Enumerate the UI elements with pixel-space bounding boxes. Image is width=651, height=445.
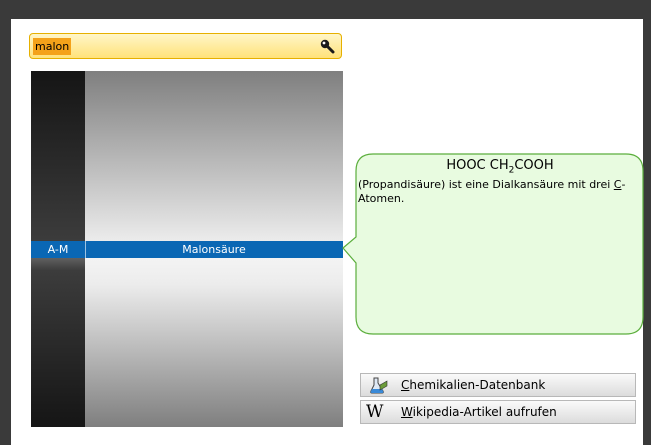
search-value: malon: [33, 38, 72, 55]
window-frame-left: [0, 0, 11, 445]
description-text: (Propandisäure) ist eine Dialkansäure mi…: [358, 177, 614, 191]
formula-part-2: COOH: [514, 158, 554, 173]
search-input[interactable]: malon: [29, 33, 342, 59]
compound-name: Malonsäure: [182, 243, 246, 256]
wikipedia-text: ikipedia-Artikel aufrufen: [412, 405, 557, 419]
chemical-formula: HOOC CH2COOH: [358, 158, 642, 176]
chemical-database-icon: [370, 377, 388, 394]
chemical-database-button[interactable]: Chemikalien-Datenbank: [360, 373, 636, 397]
index-label: A-M: [47, 243, 69, 256]
window-frame-top: [0, 0, 651, 19]
formula-part-1: HOOC CH: [446, 158, 509, 173]
wikipedia-label: Wikipedia-Artikel aufrufen: [401, 405, 557, 419]
info-content: HOOC CH2COOH (Propandisäure) ist eine Di…: [358, 156, 642, 206]
wikipedia-accelerator: W: [401, 405, 413, 419]
wikipedia-icon: W: [366, 402, 384, 422]
compound-list[interactable]: A-M Malonsäure: [31, 71, 343, 427]
chemical-database-text: hemikalien-Datenbank: [409, 378, 546, 392]
wikipedia-button[interactable]: W Wikipedia-Artikel aufrufen: [360, 400, 636, 424]
compound-description: (Propandisäure) ist eine Dialkansäure mi…: [358, 178, 642, 206]
search-icon[interactable]: [319, 38, 335, 54]
selected-list-item[interactable]: A-M Malonsäure: [31, 241, 343, 258]
chemical-database-label: Chemikalien-Datenbank: [401, 378, 545, 392]
